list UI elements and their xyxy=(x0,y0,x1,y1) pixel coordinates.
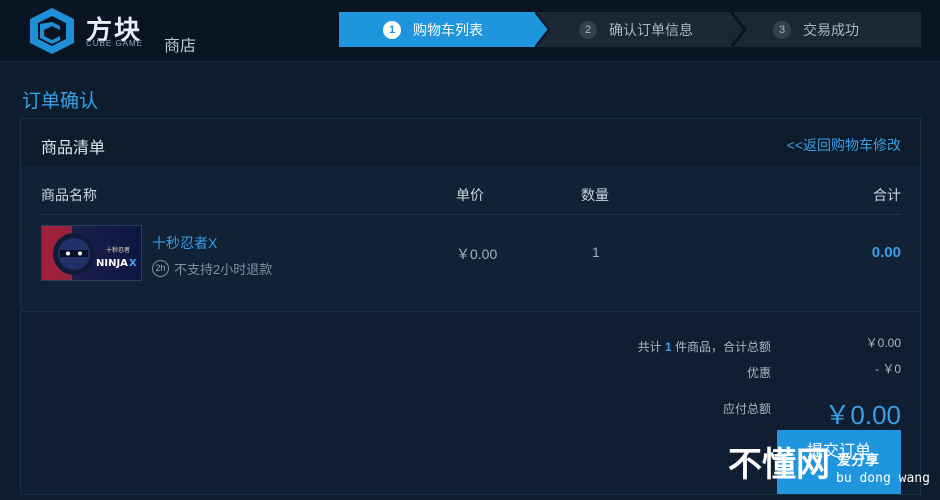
discount-label: 优惠 xyxy=(746,366,771,380)
refund-note-text: 不支持2小时退款 xyxy=(174,262,273,277)
top-header: 方块 CUBE GAME 商店 1 购物车列表 2 确认订单信息 3 交易成功 xyxy=(0,0,940,62)
page-title: 订单确认 xyxy=(22,91,99,112)
store-label[interactable]: 商店 xyxy=(164,32,196,56)
column-header-qty: 数量 xyxy=(581,187,609,203)
count-prefix: 共计 xyxy=(637,340,662,354)
item-name-link[interactable]: 十秒忍者X xyxy=(152,233,217,253)
watermark-pinyin: bu dong wang xyxy=(836,471,930,486)
step-number: 3 xyxy=(773,20,791,39)
step-number: 2 xyxy=(579,20,597,39)
site-watermark: 不懂网 爱分享 bu dong wang xyxy=(728,446,940,500)
item-quantity: 1 xyxy=(592,244,600,260)
refund-note: 2h 不支持2小时退款 xyxy=(152,259,272,278)
ninja-cover-image: 十秒忍者 NINJA X xyxy=(42,226,141,280)
step-arrow-icon xyxy=(731,12,747,47)
thumb-logo: NINJA xyxy=(96,258,128,269)
column-header-name: 商品名称 xyxy=(41,187,97,203)
step-label: 购物车列表 xyxy=(413,21,483,38)
order-panel: 商品清单 <<返回购物车修改 商品名称 单价 数量 合计 十秒忍者 NINJA … xyxy=(20,118,921,495)
cube-logo-icon xyxy=(30,8,74,54)
step-arrow-icon xyxy=(535,12,551,47)
step-cart-list: 1 购物车列表 xyxy=(339,12,535,47)
panel-title: 商品清单 xyxy=(41,140,106,157)
step-trade-success: 3 交易成功 xyxy=(731,12,921,47)
payable-label: 应付总额 xyxy=(722,402,771,416)
panel-header: 商品清单 <<返回购物车修改 xyxy=(21,119,920,166)
step-confirm-order: 2 确认订单信息 xyxy=(535,12,731,47)
step-label: 确认订单信息 xyxy=(609,21,693,38)
watermark-main: 不懂网 xyxy=(728,446,830,484)
item-count: 1 xyxy=(664,340,672,354)
thumb-caption: 十秒忍者 xyxy=(106,246,130,254)
column-header-total: 合计 xyxy=(873,187,901,203)
site-logo[interactable]: 方块 CUBE GAME xyxy=(24,6,184,56)
refund-2h-icon: 2h xyxy=(152,260,169,277)
payable-value: ￥0.00 xyxy=(824,400,901,430)
divider xyxy=(41,214,901,215)
subtotal-value: ￥0.00 xyxy=(865,336,901,350)
item-total: 0.00 xyxy=(871,244,901,261)
logo-subtitle: CUBE GAME xyxy=(86,39,144,48)
step-number: 1 xyxy=(383,20,401,39)
game-thumbnail[interactable]: 十秒忍者 NINJA X xyxy=(41,225,142,281)
item-price: ￥0.00 xyxy=(456,246,498,262)
item-count-label: 共计 1 件商品，合计总额 xyxy=(638,338,771,355)
watermark-slogan: 爱分享 xyxy=(837,452,879,468)
back-to-cart-link[interactable]: <<返回购物车修改 xyxy=(787,135,901,155)
column-header-price: 单价 xyxy=(456,187,484,203)
thumb-x-mark: X xyxy=(129,258,137,269)
discount-value: - ￥0 xyxy=(874,362,901,376)
checkout-steps: 1 购物车列表 2 确认订单信息 3 交易成功 xyxy=(339,12,921,47)
count-suffix: 件商品，合计总额 xyxy=(674,340,771,354)
step-label: 交易成功 xyxy=(803,21,859,38)
